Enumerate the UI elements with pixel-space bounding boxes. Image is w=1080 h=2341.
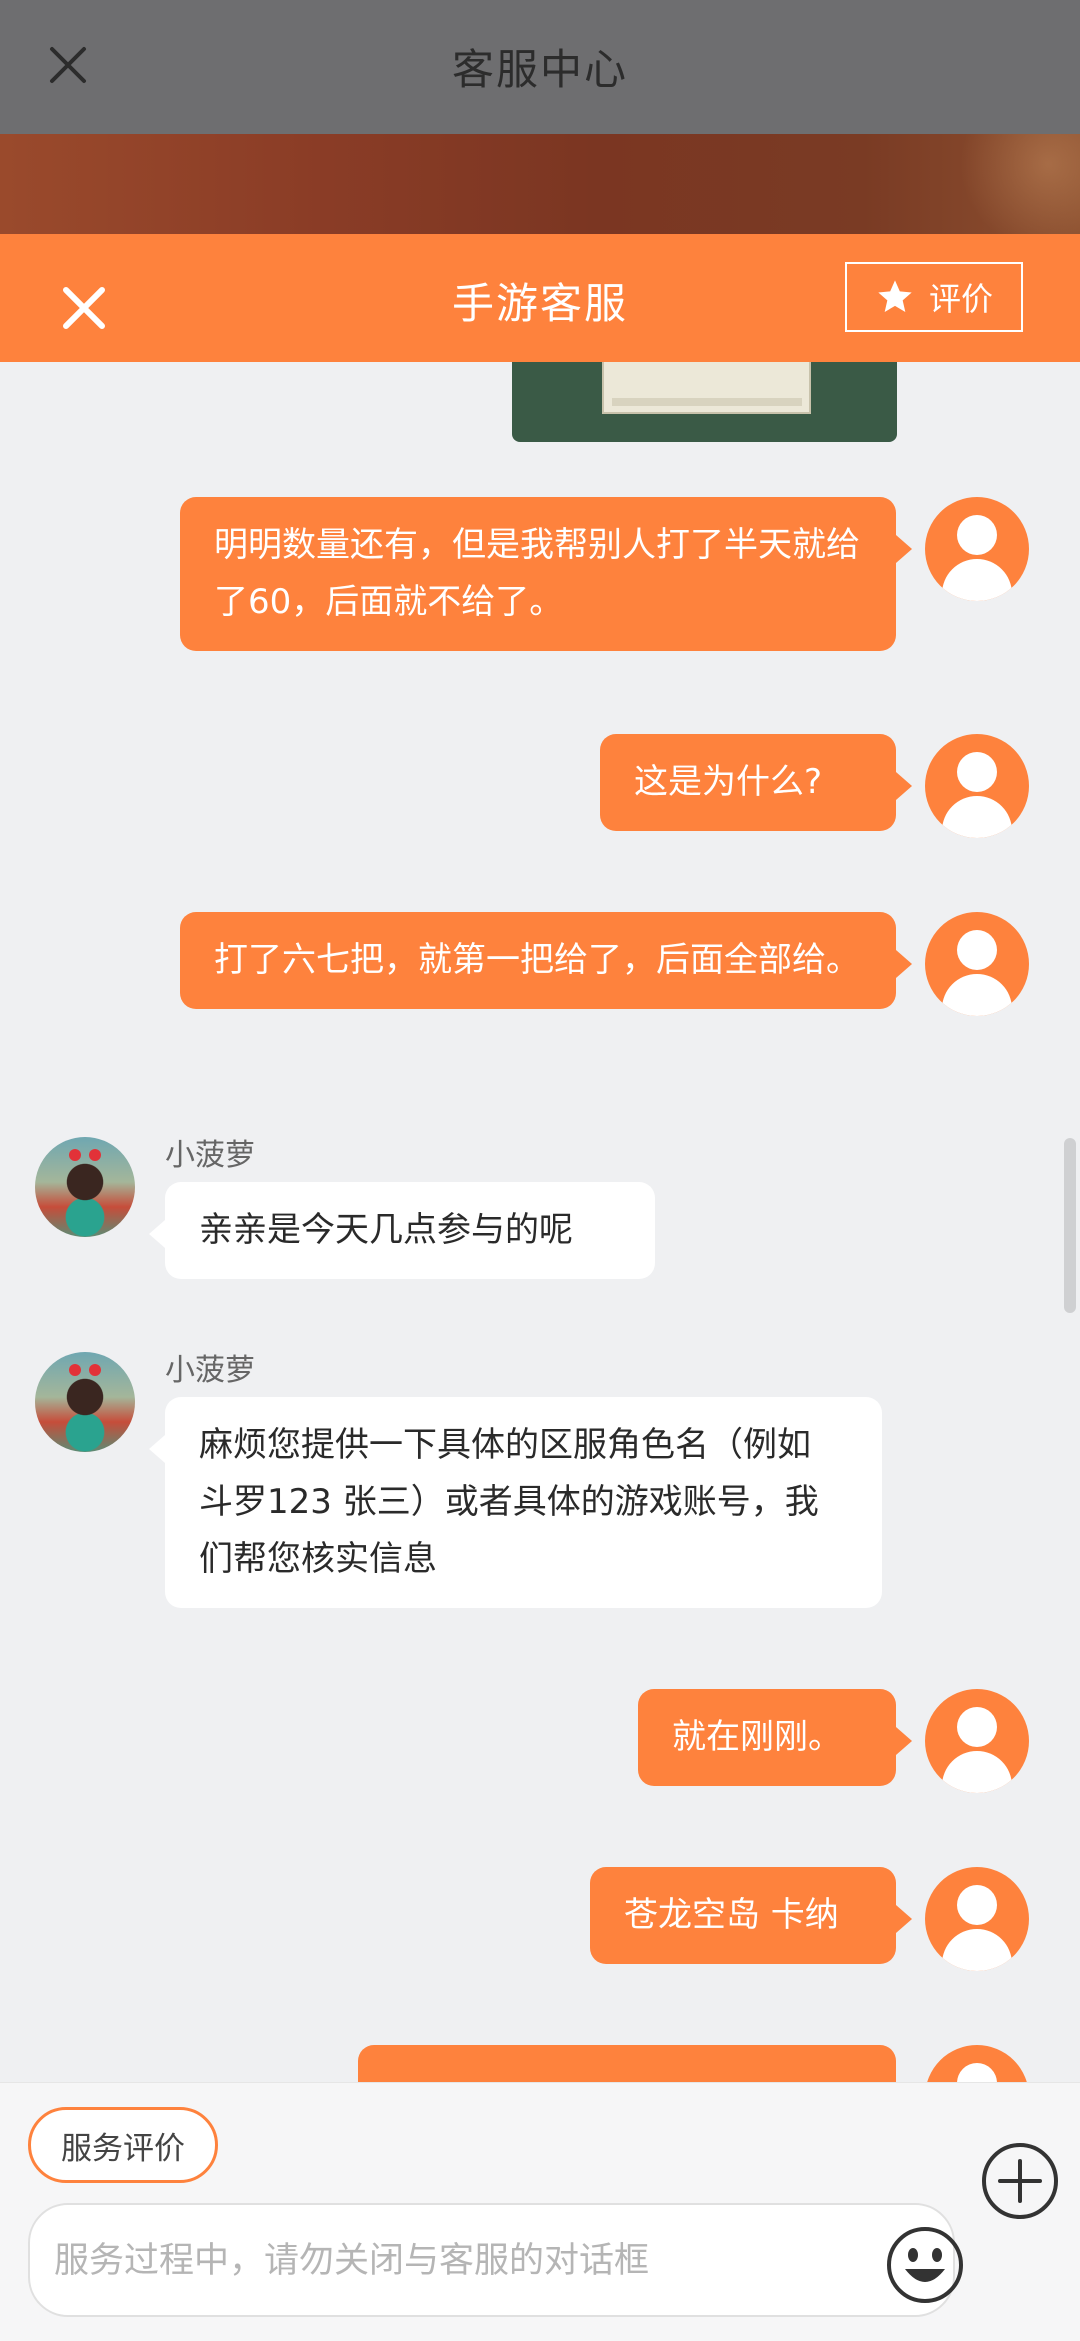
rate-button[interactable]: 评价	[845, 262, 1023, 332]
user-avatar	[925, 497, 1029, 601]
message-bubble: 明明数量还有，但是我帮别人打了半天就给了60，后面就不给了。	[180, 497, 912, 651]
user-avatar	[925, 912, 1029, 1016]
message-bubble: 打了六七把，就第一把给了，后面全部给。	[180, 912, 912, 1009]
image-message[interactable]	[512, 362, 897, 442]
message-bubble	[358, 2045, 896, 2082]
message-list[interactable]: 明明数量还有，但是我帮别人打了半天就给了60，后面就不给了。 这是为什么? 打了…	[0, 362, 1080, 2082]
message-bubble: 麻烦您提供一下具体的区服角色名（例如 斗罗123 张三）或者具体的游戏账号，我们…	[149, 1397, 882, 1608]
message-bubble: 这是为什么?	[600, 734, 912, 831]
scrollbar[interactable]	[1064, 1138, 1076, 1313]
service-rating-button[interactable]: 服务评价	[28, 2107, 218, 2183]
outer-header: 客服中心	[0, 0, 1080, 134]
message-bubble: 亲亲是今天几点参与的呢	[149, 1182, 655, 1279]
rate-label: 评价	[928, 280, 993, 318]
user-avatar	[925, 1867, 1029, 1971]
agent-name: 小菠萝	[165, 1138, 255, 1173]
outer-title: 客服中心	[451, 45, 628, 94]
agent-avatar	[35, 1352, 135, 1452]
message-bubble: 苍龙空岛 卡纳	[590, 1867, 912, 1964]
message-input-box[interactable]	[28, 2203, 963, 2317]
image-thumbnail	[602, 362, 811, 414]
chat-footer: 服务评价	[0, 2082, 1080, 2341]
user-avatar	[925, 1689, 1029, 1793]
emoji-icon[interactable]	[885, 2225, 965, 2305]
agent-avatar	[35, 1137, 135, 1237]
banner-background	[0, 134, 1080, 234]
user-avatar	[925, 734, 1029, 838]
agent-name: 小菠萝	[165, 1353, 255, 1388]
user-avatar	[925, 2045, 1029, 2082]
star-icon	[878, 280, 912, 312]
message-input[interactable]	[52, 2205, 876, 2317]
plus-icon[interactable]	[980, 2141, 1060, 2221]
message-bubble: 就在刚刚。	[638, 1689, 912, 1786]
